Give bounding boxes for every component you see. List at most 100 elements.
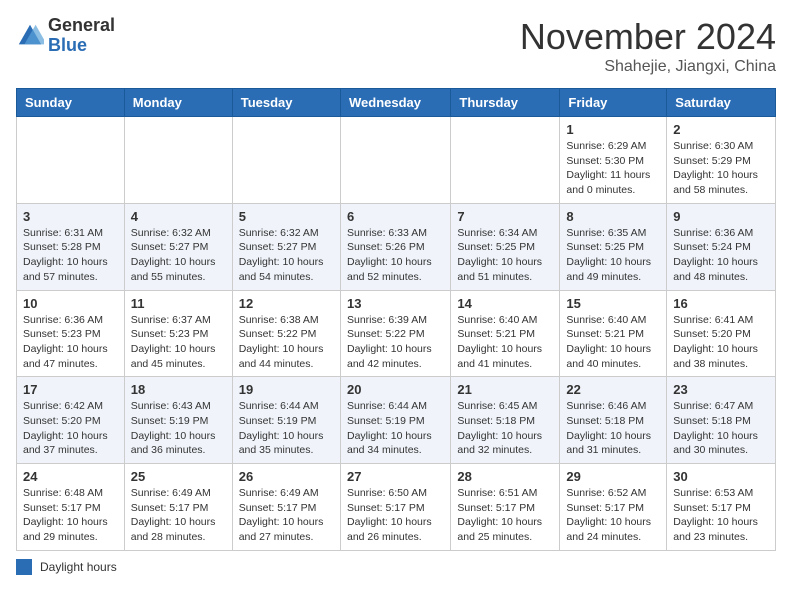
day-number: 23 [673, 382, 769, 397]
calendar-day-header: Wednesday [340, 89, 450, 117]
day-info: Sunrise: 6:35 AM Sunset: 5:25 PM Dayligh… [566, 226, 660, 285]
day-number: 15 [566, 296, 660, 311]
calendar-cell: 11Sunrise: 6:37 AM Sunset: 5:23 PM Dayli… [124, 290, 232, 377]
day-info: Sunrise: 6:49 AM Sunset: 5:17 PM Dayligh… [131, 486, 226, 545]
legend: Daylight hours [16, 559, 776, 575]
title-block: November 2024 Shahejie, Jiangxi, China [520, 16, 776, 76]
day-info: Sunrise: 6:43 AM Sunset: 5:19 PM Dayligh… [131, 399, 226, 458]
calendar-cell: 3Sunrise: 6:31 AM Sunset: 5:28 PM Daylig… [17, 203, 125, 290]
logo-general: General [48, 16, 115, 36]
calendar-cell [451, 117, 560, 204]
day-info: Sunrise: 6:53 AM Sunset: 5:17 PM Dayligh… [673, 486, 769, 545]
day-info: Sunrise: 6:33 AM Sunset: 5:26 PM Dayligh… [347, 226, 444, 285]
day-info: Sunrise: 6:49 AM Sunset: 5:17 PM Dayligh… [239, 486, 334, 545]
calendar-cell: 2 Sunrise: 6:30 AM Sunset: 5:29 PM Daylig… [667, 117, 776, 204]
day-info: Sunrise: 6:48 AM Sunset: 5:17 PM Dayligh… [23, 486, 118, 545]
day-info: Sunrise: 6:45 AM Sunset: 5:18 PM Dayligh… [457, 399, 553, 458]
day-number: 4 [131, 209, 226, 224]
day-info: Sunrise: 6:32 AM Sunset: 5:27 PM Dayligh… [131, 226, 226, 285]
calendar-cell: 19 Sunrise: 6:44 AM Sunset: 5:19 PM Dayli… [232, 377, 340, 464]
day-number: 8 [566, 209, 660, 224]
day-number: 6 [347, 209, 444, 224]
calendar-cell: 29 Sunrise: 6:52 AM Sunset: 5:17 PM Dayli… [560, 464, 667, 551]
day-number: 7 [457, 209, 553, 224]
day-number: 20 [347, 382, 444, 397]
legend-text: Daylight hours [40, 560, 117, 574]
calendar-cell [232, 117, 340, 204]
day-info: Sunrise: 6:52 AM Sunset: 5:17 PM Dayligh… [566, 486, 660, 545]
calendar-cell: 5 Sunrise: 6:32 AM Sunset: 5:27 PM Daylig… [232, 203, 340, 290]
calendar-cell: 8 Sunrise: 6:35 AM Sunset: 5:25 PM Daylig… [560, 203, 667, 290]
day-info: Sunrise: 6:44 AM Sunset: 5:19 PM Dayligh… [239, 399, 334, 458]
day-info: Sunrise: 6:36 AM Sunset: 5:24 PM Dayligh… [673, 226, 769, 285]
day-number: 11 [131, 296, 226, 311]
calendar-cell [17, 117, 125, 204]
day-number: 13 [347, 296, 444, 311]
calendar-cell: 16Sunrise: 6:41 AM Sunset: 5:20 PM Dayli… [667, 290, 776, 377]
calendar-cell: 18 Sunrise: 6:43 AM Sunset: 5:19 PM Dayli… [124, 377, 232, 464]
calendar-table: SundayMondayTuesdayWednesdayThursdayFrid… [16, 88, 776, 551]
day-number: 30 [673, 469, 769, 484]
day-number: 24 [23, 469, 118, 484]
logo-icon [16, 22, 44, 50]
day-info: Sunrise: 6:29 AM Sunset: 5:30 PM Dayligh… [566, 139, 660, 198]
calendar-week-row: 17 Sunrise: 6:42 AM Sunset: 5:20 PM Dayli… [17, 377, 776, 464]
day-number: 27 [347, 469, 444, 484]
day-info: Sunrise: 6:51 AM Sunset: 5:17 PM Dayligh… [457, 486, 553, 545]
calendar-cell: 27 Sunrise: 6:50 AM Sunset: 5:17 PM Dayli… [340, 464, 450, 551]
location: Shahejie, Jiangxi, China [520, 58, 776, 76]
calendar-cell: 1 Sunrise: 6:29 AM Sunset: 5:30 PM Daylig… [560, 117, 667, 204]
day-info: Sunrise: 6:36 AM Sunset: 5:23 PM Dayligh… [23, 313, 118, 372]
day-number: 10 [23, 296, 118, 311]
day-info: Sunrise: 6:40 AM Sunset: 5:21 PM Dayligh… [566, 313, 660, 372]
calendar-cell: 13 Sunrise: 6:39 AM Sunset: 5:22 PM Dayli… [340, 290, 450, 377]
day-number: 25 [131, 469, 226, 484]
day-number: 26 [239, 469, 334, 484]
logo-blue: Blue [48, 36, 115, 56]
calendar-cell: 22Sunrise: 6:46 AM Sunset: 5:18 PM Dayli… [560, 377, 667, 464]
day-info: Sunrise: 6:30 AM Sunset: 5:29 PM Dayligh… [673, 139, 769, 198]
day-info: Sunrise: 6:44 AM Sunset: 5:19 PM Dayligh… [347, 399, 444, 458]
calendar-week-row: 3Sunrise: 6:31 AM Sunset: 5:28 PM Daylig… [17, 203, 776, 290]
day-number: 19 [239, 382, 334, 397]
day-number: 1 [566, 122, 660, 137]
calendar-day-header: Saturday [667, 89, 776, 117]
day-number: 17 [23, 382, 118, 397]
calendar-cell: 7 Sunrise: 6:34 AM Sunset: 5:25 PM Daylig… [451, 203, 560, 290]
calendar-cell: 6 Sunrise: 6:33 AM Sunset: 5:26 PM Daylig… [340, 203, 450, 290]
calendar-header-row: SundayMondayTuesdayWednesdayThursdayFrid… [17, 89, 776, 117]
calendar-day-header: Thursday [451, 89, 560, 117]
calendar-cell: 20 Sunrise: 6:44 AM Sunset: 5:19 PM Dayli… [340, 377, 450, 464]
day-info: Sunrise: 6:46 AM Sunset: 5:18 PM Dayligh… [566, 399, 660, 458]
page-header: General Blue November 2024 Shahejie, Jia… [16, 16, 776, 76]
day-info: Sunrise: 6:50 AM Sunset: 5:17 PM Dayligh… [347, 486, 444, 545]
day-info: Sunrise: 6:38 AM Sunset: 5:22 PM Dayligh… [239, 313, 334, 372]
day-number: 21 [457, 382, 553, 397]
day-number: 28 [457, 469, 553, 484]
calendar-cell: 24 Sunrise: 6:48 AM Sunset: 5:17 PM Dayli… [17, 464, 125, 551]
day-info: Sunrise: 6:31 AM Sunset: 5:28 PM Dayligh… [23, 226, 118, 285]
calendar-cell: 21 Sunrise: 6:45 AM Sunset: 5:18 PM Dayli… [451, 377, 560, 464]
day-number: 29 [566, 469, 660, 484]
day-info: Sunrise: 6:34 AM Sunset: 5:25 PM Dayligh… [457, 226, 553, 285]
day-info: Sunrise: 6:42 AM Sunset: 5:20 PM Dayligh… [23, 399, 118, 458]
day-number: 5 [239, 209, 334, 224]
day-info: Sunrise: 6:41 AM Sunset: 5:20 PM Dayligh… [673, 313, 769, 372]
day-info: Sunrise: 6:39 AM Sunset: 5:22 PM Dayligh… [347, 313, 444, 372]
calendar-cell: 23Sunrise: 6:47 AM Sunset: 5:18 PM Dayli… [667, 377, 776, 464]
calendar-cell: 9Sunrise: 6:36 AM Sunset: 5:24 PM Daylig… [667, 203, 776, 290]
day-number: 2 [673, 122, 769, 137]
calendar-day-header: Friday [560, 89, 667, 117]
calendar-cell: 30 Sunrise: 6:53 AM Sunset: 5:17 PM Dayli… [667, 464, 776, 551]
calendar-cell: 10 Sunrise: 6:36 AM Sunset: 5:23 PM Dayli… [17, 290, 125, 377]
day-number: 18 [131, 382, 226, 397]
day-number: 14 [457, 296, 553, 311]
calendar-cell: 14Sunrise: 6:40 AM Sunset: 5:21 PM Dayli… [451, 290, 560, 377]
calendar-week-row: 24 Sunrise: 6:48 AM Sunset: 5:17 PM Dayli… [17, 464, 776, 551]
legend-box [16, 559, 32, 575]
logo: General Blue [16, 16, 115, 56]
calendar-cell: 28 Sunrise: 6:51 AM Sunset: 5:17 PM Dayli… [451, 464, 560, 551]
calendar-day-header: Monday [124, 89, 232, 117]
day-number: 12 [239, 296, 334, 311]
day-info: Sunrise: 6:32 AM Sunset: 5:27 PM Dayligh… [239, 226, 334, 285]
